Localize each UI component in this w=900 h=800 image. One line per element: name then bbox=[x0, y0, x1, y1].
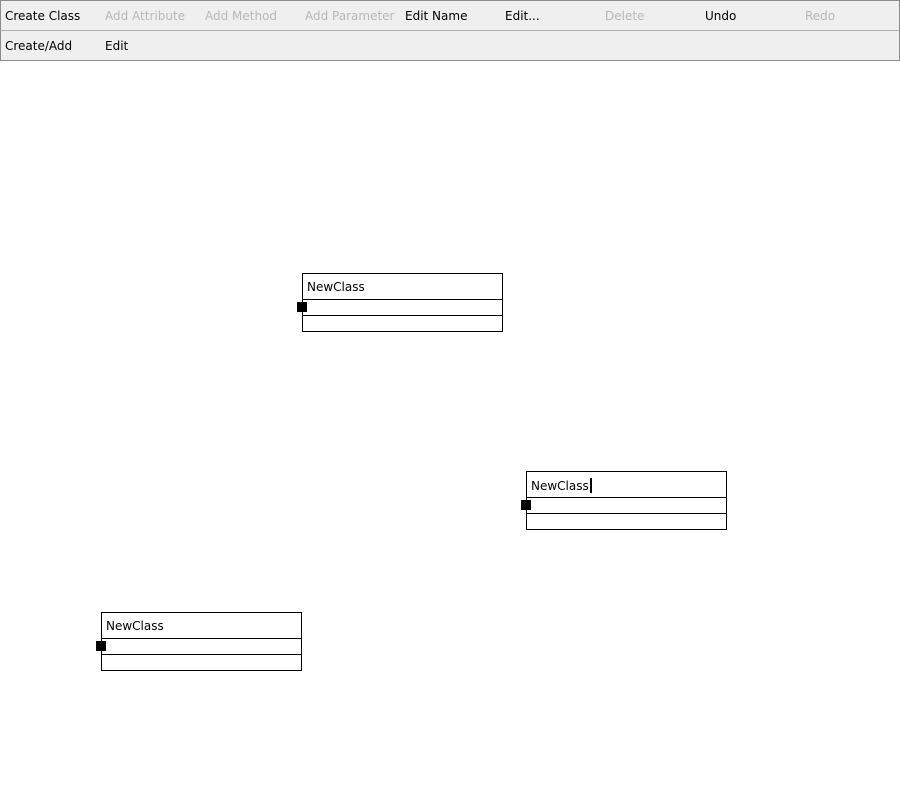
class-attributes-section[interactable] bbox=[303, 300, 502, 316]
toolbar-modes: Create/Add Edit bbox=[0, 31, 900, 61]
add-parameter-button[interactable]: Add Parameter bbox=[305, 1, 394, 31]
class-name-section[interactable]: NewClass bbox=[527, 472, 726, 498]
edit-mode-button[interactable]: Edit bbox=[105, 31, 128, 61]
class-name-label: NewClass bbox=[106, 619, 164, 633]
class-methods-section[interactable] bbox=[102, 655, 301, 670]
text-cursor bbox=[589, 478, 592, 493]
undo-button[interactable]: Undo bbox=[705, 1, 736, 31]
toolbar-actions: Create Class Add Attribute Add Method Ad… bbox=[0, 0, 900, 31]
add-method-button[interactable]: Add Method bbox=[205, 1, 277, 31]
diagram-canvas[interactable] bbox=[0, 61, 900, 800]
class-name-section[interactable]: NewClass bbox=[102, 613, 301, 639]
class-name-label: NewClass bbox=[307, 280, 365, 294]
add-attribute-button[interactable]: Add Attribute bbox=[105, 1, 185, 31]
class-methods-section[interactable] bbox=[527, 514, 726, 529]
drag-handle[interactable] bbox=[96, 641, 106, 651]
edit-button[interactable]: Edit... bbox=[505, 1, 540, 31]
create-add-mode-button[interactable]: Create/Add bbox=[5, 31, 72, 61]
class-box[interactable]: NewClass bbox=[297, 273, 503, 332]
class-attributes-section[interactable] bbox=[102, 639, 301, 655]
class-box[interactable]: NewClass bbox=[96, 612, 302, 671]
redo-button[interactable]: Redo bbox=[805, 1, 835, 31]
class-box-selected[interactable]: NewClass bbox=[521, 471, 727, 530]
drag-handle[interactable] bbox=[521, 500, 531, 510]
class-name-label[interactable]: NewClass bbox=[531, 479, 589, 493]
edit-name-button[interactable]: Edit Name bbox=[405, 1, 467, 31]
class-attributes-section[interactable] bbox=[527, 498, 726, 514]
create-class-button[interactable]: Create Class bbox=[5, 1, 80, 31]
drag-handle[interactable] bbox=[297, 302, 307, 312]
delete-button[interactable]: Delete bbox=[605, 1, 644, 31]
class-methods-section[interactable] bbox=[303, 316, 502, 331]
class-name-section[interactable]: NewClass bbox=[303, 274, 502, 300]
